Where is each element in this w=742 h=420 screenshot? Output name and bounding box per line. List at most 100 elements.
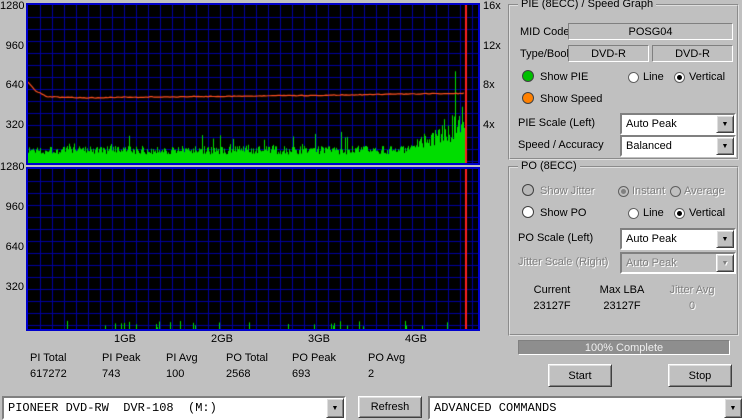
stop-button-label: Stop [689,370,712,382]
start-button-label: Start [568,370,591,382]
progress-text: 100% Complete [585,342,663,354]
show-jitter-label: Show Jitter [540,185,594,197]
stat-label: PI Peak [102,352,166,364]
show-po-label: Show PO [540,207,586,219]
pie-vertical-label: Vertical [689,71,725,83]
po-y-axis-label: 1280 [0,162,24,173]
drive-select-value: PIONEER DVD-RW DVR-108 (M:) [4,398,326,418]
pie-scale-label: PIE Scale (Left) [518,117,595,129]
dropdown-arrow-icon[interactable]: ▼ [716,115,734,133]
mid-code-label: MID Code [520,26,570,38]
jitter-avg-label: Jitter Avg [658,284,726,296]
stat-value: 693 [292,368,368,380]
speed-accuracy-value: Balanced [622,137,716,155]
drive-select[interactable]: PIONEER DVD-RW DVR-108 (M:) ▼ [2,396,346,420]
pie-y-axis-label: 640 [0,80,24,91]
stat-value: 2568 [226,368,292,380]
dropdown-arrow-icon[interactable]: ▼ [724,398,742,418]
pie-y-axis-label: 960 [0,41,24,52]
max-lba-stat: Max LBA 23127F [590,284,654,312]
progress-fill: 100% Complete [519,341,729,354]
stat-column: PI Total 617272 [30,352,102,380]
max-lba-value: 23127F [590,300,654,312]
stat-label: PO Avg [368,352,426,364]
speed-accuracy-label: Speed / Accuracy [518,139,604,151]
x-axis-label: 3GB [304,334,334,345]
stat-column: PI Avg 100 [166,352,226,380]
stat-value: 617272 [30,368,102,380]
jitter-average-radio [670,186,681,197]
speed-y-axis-label: 16x [483,1,507,12]
po-plot [26,167,480,331]
pie-scale-value: Auto Peak [622,115,716,133]
pie-scale-select[interactable]: Auto Peak ▼ [620,113,736,135]
stat-column: PI Peak 743 [102,352,166,380]
po-y-axis-label: 960 [0,202,24,213]
dropdown-arrow-icon: ▼ [716,254,734,272]
stat-value: 743 [102,368,166,380]
stat-value: 2 [368,368,426,380]
stat-column: PO Avg 2 [368,352,426,380]
type-book-label: Type/Book [520,48,572,60]
stat-value: 100 [166,368,226,380]
speed-y-axis-label: 12x [483,41,507,52]
po-line-label: Line [643,207,664,219]
pie-y-axis-label: 320 [0,120,24,131]
jitter-scale-label: Jitter Scale (Right) [518,256,608,268]
book-type-value: DVD-R [675,48,710,60]
disc-quality-scan-window: 128096064032016x12x8x4x12809606403201GB2… [0,0,742,420]
po-vertical-radio[interactable] [674,208,685,219]
stat-label: PI Total [30,352,102,364]
stop-button[interactable]: Stop [668,364,732,387]
show-po-led[interactable] [522,206,534,218]
show-pie-label: Show PIE [540,71,588,83]
progress-bar: 100% Complete [518,340,730,355]
jitter-instant-radio [618,186,629,197]
po-panel-title: PO (8ECC) [518,160,580,172]
jitter-scale-value: Auto Peak [622,254,716,272]
advanced-commands-value: ADVANCED COMMANDS [430,398,724,418]
po-y-axis-label: 320 [0,282,24,293]
pie-speed-panel: PIE (8ECC) / Speed Graph MID Code POSG04… [508,4,739,160]
po-line-radio[interactable] [628,208,639,219]
po-scale-select[interactable]: Auto Peak ▼ [620,228,736,250]
show-jitter-led [522,184,534,196]
stat-label: PO Peak [292,352,368,364]
po-vertical-label: Vertical [689,207,725,219]
dropdown-arrow-icon[interactable]: ▼ [716,230,734,248]
show-speed-label: Show Speed [540,93,602,105]
mid-code-value: POSG04 [628,26,672,38]
pie-panel-title: PIE (8ECC) / Speed Graph [518,0,656,10]
advanced-commands-select[interactable]: ADVANCED COMMANDS ▼ [428,396,742,420]
stat-label: PO Total [226,352,292,364]
pie-y-axis-label: 1280 [0,1,24,12]
refresh-button[interactable]: Refresh [358,396,422,418]
max-lba-label: Max LBA [590,284,654,296]
dropdown-arrow-icon[interactable]: ▼ [716,137,734,155]
scan-statistics: PI Total 617272PI Peak 743PI Avg 100PO Tota… [30,352,426,380]
current-value: 23127F [520,300,584,312]
stat-label: PI Avg [166,352,226,364]
pie-vertical-radio[interactable] [674,72,685,83]
start-button[interactable]: Start [548,364,612,387]
x-axis-label: 2GB [207,334,237,345]
speed-accuracy-select[interactable]: Balanced ▼ [620,135,736,157]
dropdown-arrow-icon[interactable]: ▼ [326,398,344,418]
mid-code-field: POSG04 [568,23,733,40]
jitter-average-label: Average [684,185,725,197]
pie-line-radio[interactable] [628,72,639,83]
pie-speed-graph-canvas [28,5,478,163]
jitter-avg-value: 0 [658,300,726,312]
x-axis-label: 4GB [401,334,431,345]
show-pie-led[interactable] [522,70,534,82]
po-scale-label: PO Scale (Left) [518,232,593,244]
po-y-axis-label: 640 [0,242,24,253]
show-speed-led[interactable] [522,92,534,104]
disc-type-field: DVD-R [568,45,649,62]
current-lba-stat: Current 23127F [520,284,584,312]
speed-y-axis-label: 4x [483,120,507,131]
po-panel: PO (8ECC) Show Jitter Instant Average Sh… [508,166,739,336]
po-graph-canvas [28,169,478,329]
pie-line-label: Line [643,71,664,83]
jitter-instant-label: Instant [632,185,665,197]
